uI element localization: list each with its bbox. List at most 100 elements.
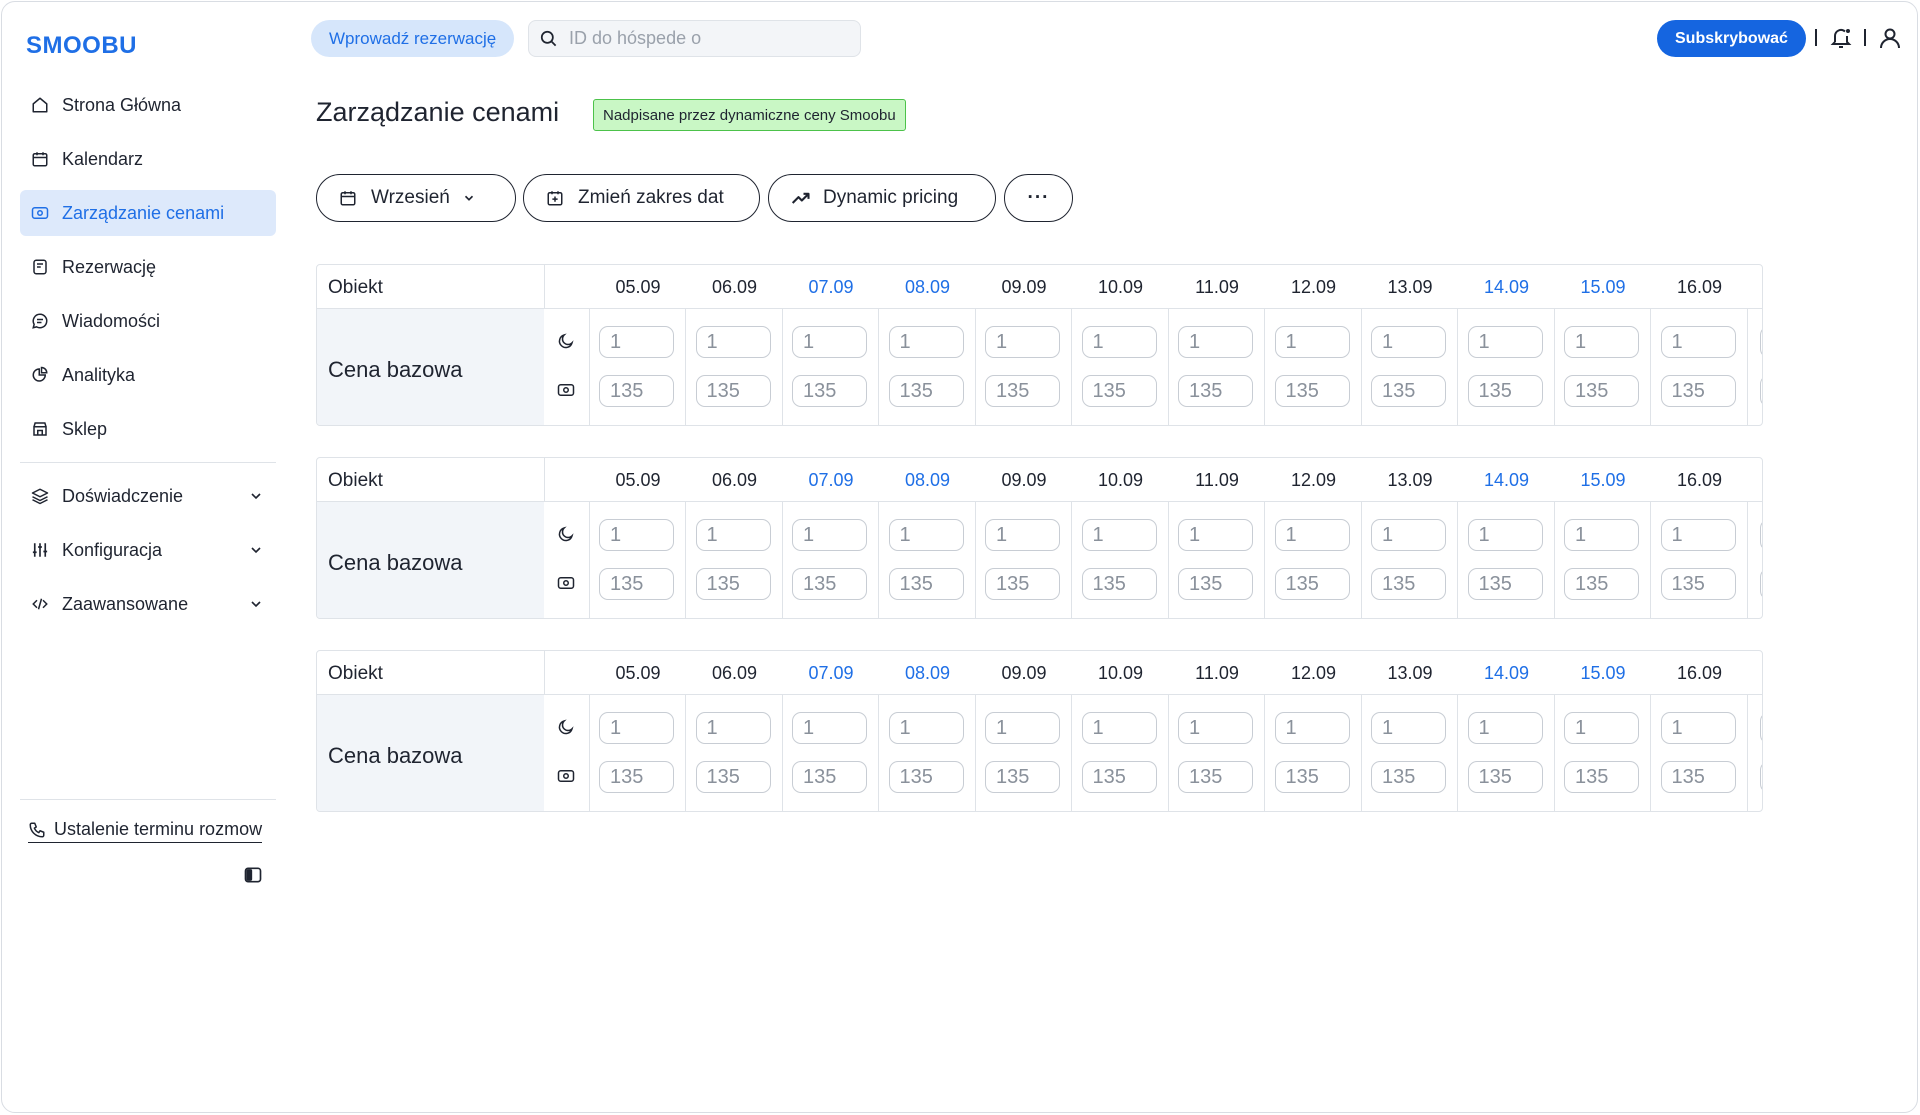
price-input[interactable] — [1660, 568, 1736, 600]
min-nights-input[interactable] — [1467, 712, 1543, 744]
price-input[interactable] — [985, 761, 1060, 793]
min-nights-input[interactable] — [1760, 326, 1762, 358]
min-nights-input[interactable] — [985, 519, 1060, 551]
price-input[interactable] — [1467, 375, 1543, 407]
price-input[interactable] — [1467, 568, 1543, 600]
price-input[interactable] — [1564, 761, 1639, 793]
min-nights-input[interactable] — [985, 712, 1060, 744]
bell-icon[interactable] — [1827, 24, 1855, 52]
sidebar-item-store[interactable]: Sklep — [20, 406, 276, 452]
price-input[interactable] — [1760, 568, 1762, 600]
min-nights-input[interactable] — [1178, 712, 1253, 744]
min-nights-input[interactable] — [1274, 326, 1350, 358]
logo[interactable]: SMOOBU — [26, 32, 137, 60]
min-nights-input[interactable] — [1081, 519, 1157, 551]
change-date-range-button[interactable]: Zmień zakres dat — [523, 174, 760, 222]
price-input[interactable] — [1660, 375, 1736, 407]
chevron-down-icon[interactable] — [248, 541, 266, 559]
min-nights-input[interactable] — [1081, 712, 1157, 744]
sidebar-item-messages[interactable]: Wiadomości — [20, 298, 276, 344]
min-nights-input[interactable] — [1564, 519, 1639, 551]
min-nights-input[interactable] — [1371, 519, 1446, 551]
more-options-button[interactable]: ··· — [1004, 174, 1073, 222]
user-icon[interactable] — [1876, 24, 1904, 52]
min-nights-input[interactable] — [1564, 326, 1639, 358]
dynamic-pricing-button[interactable]: Dynamic pricing — [768, 174, 996, 222]
price-input[interactable] — [1760, 761, 1762, 793]
price-input[interactable] — [985, 375, 1060, 407]
price-input[interactable] — [1760, 375, 1762, 407]
price-input[interactable] — [1371, 761, 1446, 793]
min-nights-input[interactable] — [1081, 326, 1157, 358]
sidebar-item-pricing[interactable]: Zarządzanie cenami — [20, 190, 276, 236]
price-input[interactable] — [1178, 375, 1253, 407]
price-input[interactable] — [1467, 761, 1543, 793]
min-nights-input[interactable] — [1564, 712, 1639, 744]
price-input[interactable] — [888, 375, 964, 407]
min-nights-input[interactable] — [1371, 712, 1446, 744]
chevron-down-icon[interactable] — [248, 595, 266, 613]
min-nights-input[interactable] — [599, 326, 674, 358]
price-input[interactable] — [1564, 375, 1639, 407]
price-input[interactable] — [1660, 761, 1736, 793]
min-nights-input[interactable] — [888, 712, 964, 744]
price-input[interactable] — [792, 375, 867, 407]
sidebar-item-analytics[interactable]: Analityka — [20, 352, 276, 398]
price-input[interactable] — [888, 761, 964, 793]
price-input[interactable] — [1274, 375, 1350, 407]
min-nights-input[interactable] — [792, 326, 867, 358]
min-nights-input[interactable] — [1274, 519, 1350, 551]
price-input[interactable] — [792, 568, 867, 600]
min-nights-input[interactable] — [1660, 519, 1736, 551]
min-nights-input[interactable] — [1178, 519, 1253, 551]
price-input[interactable] — [1081, 761, 1157, 793]
price-input[interactable] — [1564, 568, 1639, 600]
search-input[interactable] — [569, 28, 839, 49]
month-select-button[interactable]: Wrzesień — [316, 174, 516, 222]
price-input[interactable] — [695, 568, 771, 600]
min-nights-input[interactable] — [1760, 712, 1762, 744]
sidebar-item-bookings[interactable]: Rezerwację — [20, 244, 276, 290]
sidebar-item-configuration[interactable]: Konfiguracja — [20, 527, 276, 573]
price-input[interactable] — [599, 568, 674, 600]
sidebar-toggle-icon[interactable] — [242, 864, 264, 886]
price-input[interactable] — [1274, 568, 1350, 600]
price-input[interactable] — [1274, 761, 1350, 793]
min-nights-input[interactable] — [888, 519, 964, 551]
price-input[interactable] — [985, 568, 1060, 600]
min-nights-input[interactable] — [792, 519, 867, 551]
price-input[interactable] — [1081, 568, 1157, 600]
price-input[interactable] — [1371, 568, 1446, 600]
sidebar-item-experience[interactable]: Doświadczenie — [20, 473, 276, 519]
min-nights-input[interactable] — [1467, 519, 1543, 551]
price-input[interactable] — [1371, 375, 1446, 407]
min-nights-input[interactable] — [1660, 712, 1736, 744]
min-nights-input[interactable] — [1760, 519, 1762, 551]
min-nights-input[interactable] — [695, 326, 771, 358]
min-nights-input[interactable] — [599, 712, 674, 744]
min-nights-input[interactable] — [1274, 712, 1350, 744]
enter-reservation-button[interactable]: Wprowadź rezerwację — [311, 20, 515, 57]
chevron-down-icon[interactable] — [248, 487, 266, 505]
min-nights-input[interactable] — [1467, 326, 1543, 358]
price-input[interactable] — [599, 375, 674, 407]
min-nights-input[interactable] — [695, 519, 771, 551]
price-input[interactable] — [888, 568, 964, 600]
min-nights-input[interactable] — [695, 712, 771, 744]
min-nights-input[interactable] — [1178, 326, 1253, 358]
price-input[interactable] — [599, 761, 674, 793]
min-nights-input[interactable] — [792, 712, 867, 744]
price-input[interactable] — [695, 761, 771, 793]
min-nights-input[interactable] — [1371, 326, 1446, 358]
min-nights-input[interactable] — [888, 326, 964, 358]
sidebar-item-calendar[interactable]: Kalendarz — [20, 136, 276, 182]
min-nights-input[interactable] — [1660, 326, 1736, 358]
price-input[interactable] — [1178, 761, 1253, 793]
schedule-call-link[interactable]: Ustalenie terminu rozmow — [28, 819, 263, 843]
min-nights-input[interactable] — [599, 519, 674, 551]
sidebar-item-advanced[interactable]: Zaawansowane — [20, 581, 276, 627]
price-input[interactable] — [1081, 375, 1157, 407]
sidebar-item-home[interactable]: Strona Główna — [20, 82, 276, 128]
price-input[interactable] — [792, 761, 867, 793]
price-input[interactable] — [695, 375, 771, 407]
